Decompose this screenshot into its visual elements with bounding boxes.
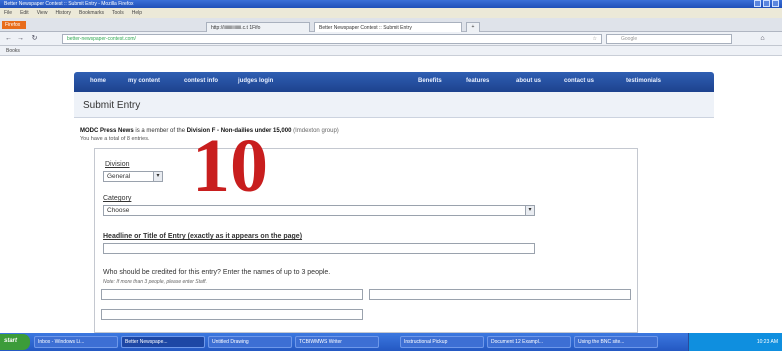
window-controls bbox=[754, 0, 779, 7]
division-select[interactable]: General ▾ bbox=[103, 171, 163, 182]
tab-submit-entry[interactable]: Better Newspaper Contest :: Submit Entry bbox=[314, 22, 462, 32]
task-button[interactable]: Inbox - Windows Li... bbox=[34, 336, 118, 348]
reload-icon[interactable]: ↻ bbox=[30, 35, 39, 43]
task-button[interactable]: Instructional Pickup bbox=[400, 336, 484, 348]
step-number-overlay: 10 bbox=[192, 124, 268, 208]
bookmarks-label[interactable]: Books bbox=[6, 48, 20, 54]
nav-home[interactable]: home bbox=[90, 78, 106, 84]
headline-label: Headline or Title of Entry (exactly as i… bbox=[103, 233, 303, 240]
org-name: MODC Press News bbox=[80, 128, 134, 134]
task-button-active[interactable]: Better Newspape... bbox=[121, 336, 205, 348]
search-box[interactable]: Google bbox=[606, 34, 732, 44]
minimize-button[interactable] bbox=[754, 0, 761, 7]
page-content: home my content contest info judges logi… bbox=[0, 56, 782, 333]
task-button[interactable]: TCBIWMWS Writer bbox=[295, 336, 379, 348]
chevron-down-icon: ▾ bbox=[153, 172, 162, 181]
entry-count: You have a total of 8 entries. bbox=[80, 136, 150, 142]
menu-tools[interactable]: Tools bbox=[112, 10, 124, 16]
credit-name-1-input[interactable] bbox=[101, 289, 363, 300]
division-label: Division bbox=[105, 161, 130, 168]
search-placeholder: Google bbox=[621, 36, 638, 42]
chevron-down-icon: ▾ bbox=[525, 206, 534, 215]
member-text: is a member of the bbox=[135, 128, 186, 134]
home-icon[interactable]: ⌂ bbox=[758, 35, 767, 43]
bookmarks-toolbar: Books bbox=[0, 46, 782, 56]
task-button[interactable]: Using the BNC site... bbox=[574, 336, 658, 348]
credit-name-3-input[interactable] bbox=[101, 309, 363, 320]
nav-testimonials[interactable]: testimonials bbox=[626, 78, 661, 84]
window-titlebar: Better Newspaper Contest :: Submit Entry… bbox=[0, 0, 782, 8]
nav-my-content[interactable]: my content bbox=[128, 78, 160, 84]
start-button[interactable]: start bbox=[0, 334, 30, 350]
navigation-bar: ← → ↻ better-newspaper-contest.com/ ☆ Go… bbox=[0, 32, 782, 46]
firefox-menu-button[interactable]: Firefox bbox=[2, 21, 26, 29]
url-bar[interactable]: better-newspaper-contest.com/ ☆ bbox=[62, 34, 602, 44]
page-header: Submit Entry bbox=[74, 92, 714, 118]
menu-file[interactable]: File bbox=[4, 10, 12, 16]
menu-bar: File Edit View History Bookmarks Tools H… bbox=[0, 8, 782, 18]
site-nav: home my content contest info judges logi… bbox=[74, 72, 714, 92]
credit-name-2-input[interactable] bbox=[369, 289, 631, 300]
page-title: Submit Entry bbox=[83, 100, 141, 111]
new-tab-button[interactable]: + bbox=[466, 22, 480, 32]
menu-edit[interactable]: Edit bbox=[20, 10, 29, 16]
tab-2-label: Better Newspaper Contest :: Submit Entry bbox=[319, 25, 412, 31]
tab-bar: Firefox http://iiiiiiiiiiiiiiii.c.t 1Fif… bbox=[0, 18, 782, 32]
nav-contact-us[interactable]: contact us bbox=[564, 78, 594, 84]
nav-benefits[interactable]: Benefits bbox=[418, 78, 442, 84]
close-button[interactable] bbox=[772, 0, 779, 7]
category-value: Choose bbox=[107, 207, 130, 214]
nav-contest-info[interactable]: contest info bbox=[184, 78, 218, 84]
category-label: Category bbox=[103, 195, 132, 202]
tab-1-label: http://iiiiiiiiiiiiiiii.c.t 1Fifo bbox=[211, 25, 261, 31]
tab-1[interactable]: http://iiiiiiiiiiiiiiii.c.t 1Fifo bbox=[206, 22, 310, 32]
nav-judges-login[interactable]: judges login bbox=[238, 78, 273, 84]
forward-arrow-icon[interactable]: → bbox=[16, 35, 25, 43]
category-select[interactable]: Choose ▾ bbox=[103, 205, 535, 216]
window-title: Better Newspaper Contest :: Submit Entry… bbox=[4, 1, 134, 7]
task-button[interactable]: Untitled Drawing bbox=[208, 336, 292, 348]
credit-label: Who should be credited for this entry? E… bbox=[103, 269, 331, 276]
menu-bookmarks[interactable]: Bookmarks bbox=[79, 10, 104, 16]
headline-input[interactable] bbox=[103, 243, 535, 254]
entry-form: Division General ▾ Category Choose ▾ Hea… bbox=[94, 148, 638, 333]
nav-about-us[interactable]: about us bbox=[516, 78, 541, 84]
credit-hint: Note: If more than 3 people, please ente… bbox=[103, 279, 207, 285]
nav-features[interactable]: features bbox=[466, 78, 489, 84]
back-arrow-icon[interactable]: ← bbox=[4, 35, 13, 43]
maximize-button[interactable] bbox=[763, 0, 770, 7]
bookmark-star-icon[interactable]: ☆ bbox=[593, 36, 597, 42]
menu-history[interactable]: History bbox=[55, 10, 71, 16]
url-text: better-newspaper-contest.com/ bbox=[67, 36, 136, 42]
menu-help[interactable]: Help bbox=[132, 10, 142, 16]
menu-view[interactable]: View bbox=[37, 10, 48, 16]
division-value: General bbox=[107, 173, 131, 180]
windows-taskbar: start Inbox - Windows Li... Better Newsp… bbox=[0, 333, 782, 351]
task-button[interactable]: Document 12 Exampl... bbox=[487, 336, 571, 348]
system-tray: 10:23 AM bbox=[688, 333, 782, 351]
clock: 10:23 AM bbox=[756, 339, 778, 345]
group-name: (Imdexton group) bbox=[293, 128, 339, 134]
